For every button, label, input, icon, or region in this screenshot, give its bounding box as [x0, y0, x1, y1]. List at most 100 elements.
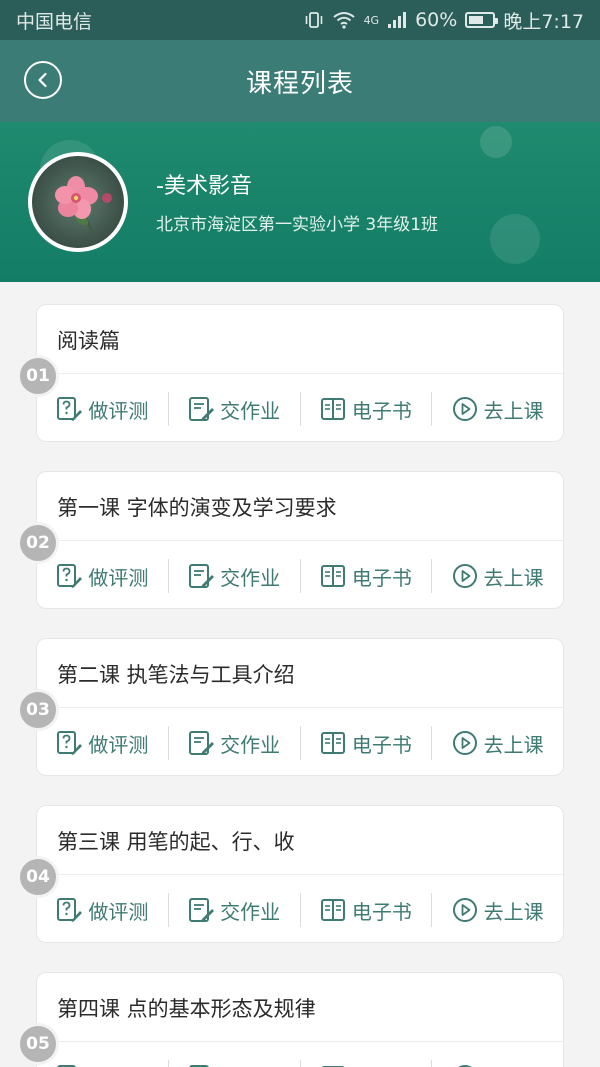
do-test-label: 做评测: [88, 732, 149, 757]
ebook-button[interactable]: 电子书: [301, 391, 432, 427]
do-test-label: 做评测: [88, 1063, 148, 1067]
ebook-label: 电子书: [351, 398, 412, 423]
back-button[interactable]: [24, 61, 62, 99]
go-to-class-button[interactable]: 去上课: [432, 391, 563, 427]
book-icon: [320, 899, 345, 921]
test-icon: [57, 731, 83, 755]
go-to-class-label: 去上课: [483, 732, 544, 757]
lesson-card[interactable]: 第一课 字体的演变及学习要求 做评测 交作业 电子书 去上课 02: [17, 471, 564, 610]
do-test-button[interactable]: 做评测: [37, 391, 168, 427]
ebook-button[interactable]: 电子书: [301, 558, 432, 594]
divider: [37, 707, 563, 708]
do-test-label: 做评测: [88, 565, 149, 590]
decor-bubble: [490, 214, 540, 264]
test-icon: [57, 397, 83, 421]
submit-homework-label: 交作业: [220, 398, 281, 423]
school-class-label: 北京市海淀区第一实验小学 3年级1班: [156, 215, 439, 235]
submit-homework-button[interactable]: 交作业: [169, 1059, 300, 1067]
play-circle-icon: [452, 898, 477, 922]
test-icon: [57, 898, 83, 922]
play-circle-icon: [452, 564, 477, 588]
submit-homework-button[interactable]: 交作业: [169, 725, 300, 761]
homework-icon: [189, 898, 215, 922]
ebook-button[interactable]: 电子书: [301, 1059, 432, 1067]
lesson-title[interactable]: 阅读篇: [57, 325, 120, 355]
homework-icon: [189, 397, 215, 421]
submit-homework-label: 交作业: [220, 899, 281, 924]
app-header: 课程列表: [0, 40, 600, 122]
lesson-number-badge: 01: [17, 355, 59, 397]
course-avatar: [28, 152, 128, 252]
go-to-class-button[interactable]: 去上课: [432, 558, 563, 594]
ebook-button[interactable]: 电子书: [301, 892, 432, 928]
go-to-class-button[interactable]: 去上课: [432, 725, 563, 761]
submit-homework-button[interactable]: 交作业: [169, 391, 300, 427]
submit-homework-label: 交作业: [220, 565, 281, 590]
lesson-title[interactable]: 第一课 字体的演变及学习要求: [57, 492, 337, 522]
lesson-card[interactable]: 阅读篇 做评测 交作业 电子书 去上课 01: [17, 304, 564, 442]
do-test-label: 做评测: [88, 899, 149, 924]
divider: [37, 1041, 563, 1042]
submit-homework-button[interactable]: 交作业: [169, 892, 300, 928]
lesson-title[interactable]: 第二课 执笔法与工具介绍: [57, 659, 295, 689]
do-test-label: 做评测: [88, 398, 149, 423]
lesson-actions: 做评测 交作业 电子书 去上课: [37, 542, 563, 610]
book-icon: [320, 732, 345, 754]
status-icons: 4G 60% 晚上7:17: [304, 7, 584, 34]
go-to-class-label: 去上课: [483, 398, 544, 423]
divider: [37, 874, 563, 875]
lesson-number-badge: 05: [17, 1023, 59, 1065]
flower-icon: [55, 176, 112, 233]
do-test-button[interactable]: 做评测: [37, 892, 168, 928]
divider: [37, 540, 563, 541]
vibrate-icon: [305, 12, 322, 28]
do-test-button[interactable]: 做评测: [37, 558, 168, 594]
lesson-card[interactable]: 第三课 用笔的起、行、收 做评测 交作业 电子书 去上课 04: [17, 805, 564, 943]
lesson-card[interactable]: 第二课 执笔法与工具介绍 做评测 交作业 电子书 去上课 03: [17, 638, 564, 777]
go-to-class-label: 去上课: [484, 1063, 544, 1067]
go-to-class-button[interactable]: 去上课: [432, 892, 563, 928]
submit-homework-button[interactable]: 交作业: [169, 558, 300, 594]
battery-icon: [465, 12, 499, 28]
ebook-label: 电子书: [351, 732, 412, 757]
play-circle-icon: [452, 397, 477, 421]
divider: [37, 373, 563, 374]
do-test-button[interactable]: 做评测: [37, 725, 168, 761]
ebook-label: 电子书: [351, 899, 412, 924]
play-circle-icon: [452, 731, 477, 755]
go-to-class-label: 去上课: [483, 899, 544, 924]
lesson-actions: 做评测 交作业 电子书 去上课: [37, 709, 563, 777]
lesson-number-badge: 03: [17, 689, 59, 731]
go-to-class-button[interactable]: 去上课: [432, 1059, 563, 1067]
homework-icon: [189, 731, 215, 755]
lesson-number-badge: 02: [17, 522, 59, 564]
lesson-title[interactable]: 第四课 点的基本形态及规律: [57, 993, 316, 1023]
submit-homework-label: 交作业: [220, 732, 281, 757]
lesson-title[interactable]: 第三课 用笔的起、行、收: [57, 826, 295, 856]
course-name: -美术影音: [156, 174, 252, 199]
carrier-label: 中国电信: [16, 10, 93, 33]
go-to-class-label: 去上课: [483, 565, 544, 590]
lesson-card[interactable]: 第四课 点的基本形态及规律 做评测 交作业 电子书 去上课 05: [17, 972, 564, 1067]
lesson-actions: 做评测 交作业 电子书 去上课: [37, 1043, 563, 1067]
battery-level-fill: [469, 16, 483, 24]
decor-bubble: [480, 126, 512, 158]
wifi-icon: [332, 12, 355, 29]
book-icon: [320, 565, 345, 587]
network-type-label: 4G: [363, 13, 380, 27]
signal-icon: [388, 12, 407, 28]
ebook-label: 电子书: [351, 565, 412, 590]
clock: 晚上7:17: [503, 10, 584, 33]
book-icon: [320, 398, 345, 420]
status-bar: 中国电信 4G 60% 晚上7:17: [0, 0, 600, 40]
page-title: 课程列表: [245, 68, 354, 99]
test-icon: [57, 564, 83, 588]
lesson-number-badge: 04: [17, 856, 59, 898]
ebook-button[interactable]: 电子书: [301, 725, 432, 761]
submit-homework-label: 交作业: [220, 1063, 280, 1067]
course-banner: -美术影音 北京市海淀区第一实验小学 3年级1班: [0, 122, 600, 282]
homework-icon: [189, 564, 215, 588]
ebook-label: 电子书: [352, 1063, 412, 1067]
back-arrow-icon: [38, 72, 47, 88]
do-test-button[interactable]: 做评测: [37, 1059, 168, 1067]
